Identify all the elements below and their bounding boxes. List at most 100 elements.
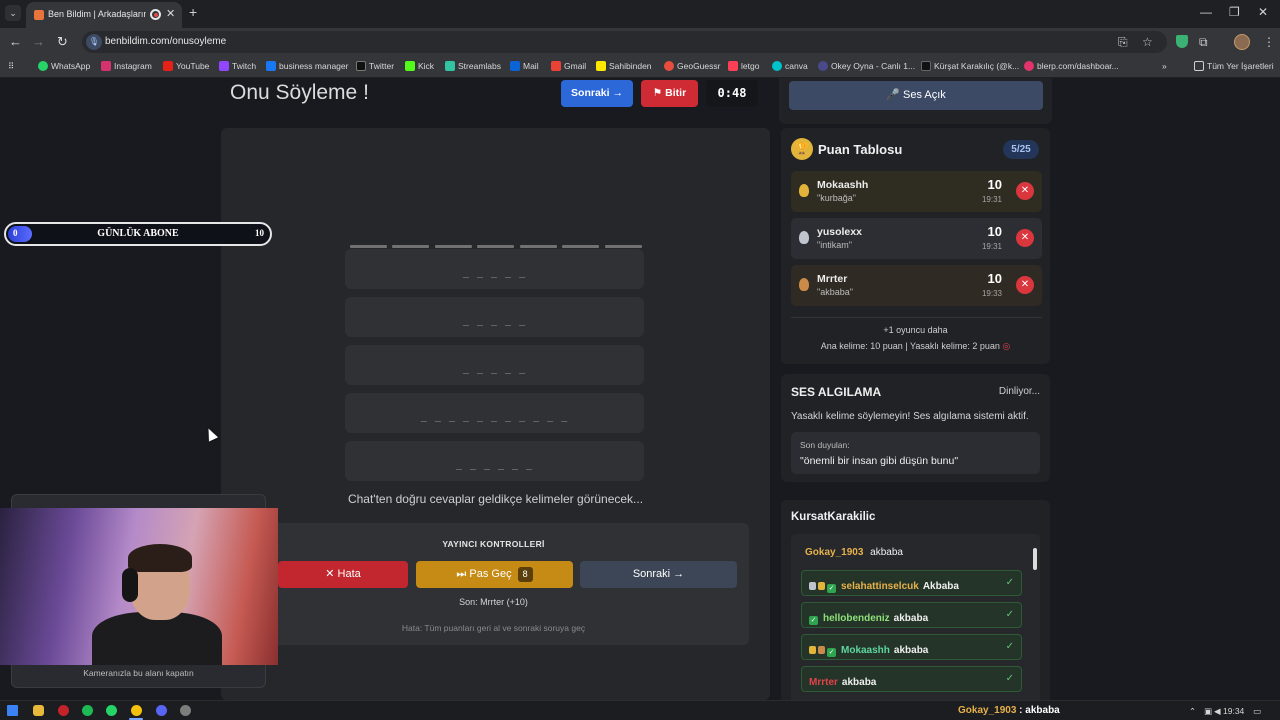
extensions-icon[interactable]: ⧉: [1199, 35, 1208, 50]
bookmark-blerp[interactable]: blerp.com/dashboar...: [1024, 61, 1119, 71]
bookmarks-bar: ⠿ WhatsApp Instagram YouTube Twitch busi…: [0, 56, 1280, 78]
check-icon: ✓: [809, 616, 818, 625]
tab-close-icon[interactable]: ✕: [166, 7, 175, 20]
forbidden-word-box: _ _ _ _ _: [345, 249, 644, 289]
file-explorer-icon[interactable]: [33, 705, 44, 716]
target-icon: ◎: [1002, 341, 1011, 351]
remove-player-button[interactable]: ✕: [1016, 229, 1034, 247]
discord-icon[interactable]: [156, 705, 167, 716]
chat-message-correct: Mrrter akbaba ✓: [801, 666, 1022, 692]
chrome-icon[interactable]: [131, 705, 142, 716]
overlay-chat-text: : akbaba: [1019, 705, 1060, 716]
active-tab[interactable]: Ben Bildim | Arkadaşlarınla ✕: [26, 2, 182, 28]
badge-icon: [818, 646, 825, 654]
spotify-icon[interactable]: [82, 705, 93, 716]
bookmark-letgo[interactable]: letgo: [728, 61, 759, 71]
camera-caption: Kameranızla bu alanı kapatın: [83, 668, 194, 678]
tray-chevron-icon[interactable]: ⌃: [1189, 706, 1196, 717]
notifications-icon[interactable]: ▭: [1253, 706, 1261, 717]
score-row: Mokaashh "kurbağa" 10 19:31 ✕: [791, 171, 1042, 212]
bookmark-twitter[interactable]: Twitter: [356, 61, 394, 71]
bookmark-youtube[interactable]: YouTube: [163, 61, 209, 71]
opera-icon[interactable]: [58, 705, 69, 716]
forbidden-word-box: _ _ _ _ _ _ _ _ _ _ _: [345, 393, 644, 433]
x-icon: [356, 61, 366, 71]
menu-icon[interactable]: ⋮: [1263, 35, 1275, 49]
chat-text: akbaba: [870, 547, 903, 558]
voice-detection-panel: SES ALGILAMA Dinliyor... Yasaklı kelime …: [781, 374, 1050, 482]
bookmark-streamlabs[interactable]: Streamlabs: [445, 61, 501, 71]
finish-button[interactable]: ⚑ Bitir: [641, 80, 698, 107]
install-app-icon[interactable]: ⎘: [1118, 35, 1128, 50]
bookmark-mail[interactable]: Mail: [510, 61, 539, 71]
chat-scroll-thumb[interactable]: [1033, 548, 1037, 570]
word-letter-slot: [519, 245, 557, 248]
bronze-medal-icon: [799, 278, 809, 291]
close-window-icon[interactable]: ✕: [1258, 5, 1268, 19]
bookmark-okey[interactable]: Okey Oyna - Canlı 1...: [818, 61, 915, 71]
voice-detection-title: SES ALGILAMA: [791, 385, 882, 399]
obs-icon[interactable]: [180, 705, 191, 716]
address-bar[interactable]: 🎙 benbildim.com/onusoyleme ⎘ ☆: [82, 31, 1167, 53]
windows-start-icon[interactable]: [7, 705, 18, 716]
site-info-icon[interactable]: 🎙: [86, 34, 102, 50]
daily-sub-goal-bar: 0 GÜNLÜK ABONE 10: [4, 222, 272, 246]
bookmark-kick[interactable]: Kick: [405, 61, 434, 71]
chat-scrollbar[interactable]: [1032, 538, 1038, 698]
new-tab-icon[interactable]: +: [189, 4, 197, 20]
word-letter-slot: [392, 245, 429, 248]
remove-player-button[interactable]: ✕: [1016, 276, 1034, 294]
error-hint-text: Hata: Tüm puanları geri al ve sonraki so…: [401, 623, 586, 633]
forbidden-word-box: _ _ _ _ _: [345, 345, 644, 385]
bookmark-canva[interactable]: canva: [772, 61, 808, 71]
bookmark-gmail[interactable]: Gmail: [551, 61, 586, 71]
network-icon[interactable]: ▣: [1204, 706, 1212, 717]
tab-search-dropdown[interactable]: ⌄: [5, 5, 21, 21]
chat-list[interactable]: Gokay_1903 akbaba ✓ selahattinselcuk Akbab…: [791, 534, 1040, 700]
correct-check-icon: ✓: [1005, 577, 1014, 588]
last-heard-text: "önemli bir insan gibi düşün bunu": [800, 455, 959, 467]
forbidden-word-box: _ _ _ _ _: [345, 297, 644, 337]
sound-toggle-button[interactable]: 🎤 Ses Açık: [789, 81, 1043, 110]
error-button[interactable]: ✕ Hata: [278, 561, 408, 588]
remove-player-button[interactable]: ✕: [1016, 182, 1034, 200]
bookmark-geoguessr[interactable]: GeoGuessr: [664, 61, 720, 71]
shield-extension-icon[interactable]: [1176, 35, 1188, 48]
mail-icon: [510, 61, 520, 71]
back-icon[interactable]: ←: [9, 34, 22, 49]
chat-panel: KursatKarakilic Gokay_1903 akbaba ✓ selah…: [781, 500, 1050, 700]
sahibinden-icon: [596, 61, 606, 71]
sub-goal-label: GÜNLÜK ABONE: [97, 228, 179, 239]
bookmark-tiktok[interactable]: Kürşat Karakılıç (@k...: [921, 61, 1019, 71]
forward-icon[interactable]: →: [32, 34, 45, 49]
bookmark-sahibinden[interactable]: Sahibinden: [596, 61, 652, 71]
bookmark-twitch[interactable]: Twitch: [219, 61, 256, 71]
streamlabs-icon: [445, 61, 455, 71]
restore-icon[interactable]: ❐: [1229, 5, 1240, 19]
all-bookmarks[interactable]: Tüm Yer İşaretleri: [1194, 61, 1274, 71]
next-button-bottom[interactable]: Sonraki →: [580, 561, 737, 588]
scoreboard-panel: 🏆 Puan Tablosu 5/25 Mokaashh "kurbağa" 1…: [781, 128, 1050, 364]
next-button-top[interactable]: Sonraki →: [561, 80, 633, 107]
pass-button[interactable]: ⏭ Pas Geç 8: [416, 561, 573, 588]
volume-icon[interactable]: ◀: [1214, 706, 1221, 717]
webcam-feed: [0, 508, 278, 665]
word-letter-slot: [604, 245, 642, 248]
apps-grid-icon[interactable]: ⠿: [8, 61, 14, 72]
trophy-icon: 🏆: [791, 138, 813, 160]
scoreboard-title: Puan Tablosu: [818, 142, 903, 157]
minimize-icon[interactable]: —: [1200, 5, 1212, 19]
bookmark-instagram[interactable]: Instagram: [101, 61, 152, 71]
whatsapp-taskbar-icon[interactable]: [106, 705, 117, 716]
bookmark-star-icon[interactable]: ☆: [1142, 35, 1153, 49]
profile-avatar[interactable]: [1234, 34, 1250, 50]
bookmark-business-manager[interactable]: business manager: [266, 61, 348, 71]
more-bookmarks-icon[interactable]: »: [1162, 61, 1167, 71]
site-favicon-icon: [34, 10, 44, 20]
bookmark-whatsapp[interactable]: WhatsApp: [38, 61, 90, 71]
player-points: 10: [987, 177, 1002, 192]
reload-icon[interactable]: ↻: [57, 34, 68, 50]
score-row: Mrrter "akbaba" 10 19:33 ✕: [791, 265, 1042, 306]
headset-icon: [122, 568, 138, 602]
clock[interactable]: 19:34: [1223, 706, 1244, 716]
